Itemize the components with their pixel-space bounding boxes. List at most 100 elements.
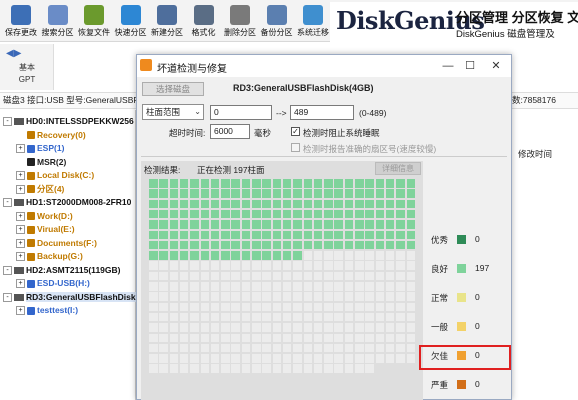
collapse-icon[interactable]: - (3, 292, 12, 302)
cylinder-cell-pending (272, 271, 282, 281)
cylinder-cell-pending (169, 333, 179, 342)
detail-button[interactable]: 详细信息 (375, 162, 421, 175)
cylinder-cell-good (272, 209, 282, 219)
tree-partition-item[interactable]: + Work(D:) (16, 210, 73, 223)
quick-partition-button[interactable]: 快速分区 (112, 2, 150, 40)
tree-partition-item[interactable]: + Documents(F:) (16, 237, 97, 250)
expand-icon[interactable]: + (16, 225, 25, 235)
cylinder-cell-good (396, 189, 405, 198)
expand-icon[interactable]: + (16, 306, 25, 316)
range-start-input[interactable]: 0 (210, 105, 272, 120)
legend-swatch (457, 380, 466, 389)
cylinder-cell-pending (210, 364, 220, 373)
new-partition-button[interactable]: 新建分区 (148, 2, 186, 40)
expand-icon[interactable]: + (16, 211, 25, 221)
partition-icon (27, 158, 35, 167)
stop-sleep-checkbox[interactable]: ✓ (291, 127, 300, 136)
format-button[interactable]: 格式化 (185, 2, 223, 40)
report-sectors-checkbox[interactable] (291, 143, 300, 152)
cylinder-cell-good (200, 220, 209, 229)
cylinder-cell-pending (365, 251, 374, 260)
cylinder-cell-pending (169, 323, 179, 332)
cylinder-cell-pending (396, 323, 405, 332)
system-migrate-icon (303, 5, 323, 25)
cylinder-cell-pending (396, 333, 405, 342)
column-modified-time[interactable]: 修改时间 (518, 148, 552, 160)
expand-icon[interactable]: + (16, 184, 25, 194)
cylinder-cell-pending (241, 282, 251, 291)
cylinder-cell-good (149, 230, 158, 239)
tree-partition-item[interactable]: + Virual(E:) (16, 223, 75, 236)
cylinder-cell-good (149, 220, 158, 229)
select-disk-button[interactable]: 选择磁盘 (142, 82, 204, 96)
tree-partition-item[interactable]: + Local Disk(C:) (16, 169, 94, 182)
cylinder-cell-good (200, 179, 209, 188)
cylinder-cell-good (262, 189, 271, 198)
cylinder-cell-pending (241, 364, 251, 373)
expand-icon[interactable]: + (16, 238, 25, 248)
cylinder-cell-pending (293, 302, 302, 312)
cylinder-cell-pending (200, 271, 209, 281)
disk-icon (14, 199, 24, 207)
tree-partition-item[interactable]: Recovery(0) (16, 129, 86, 142)
expand-icon[interactable]: + (16, 144, 25, 154)
tree-partition-item[interactable]: + Backup(G:) (16, 250, 83, 263)
partition-icon (27, 131, 35, 140)
tree-disk-item[interactable]: - HD0:INTELSSDPEKKW256 (3, 115, 134, 128)
cylinder-cell-pending (231, 261, 240, 270)
cylinder-cell-good (282, 240, 292, 250)
save-button[interactable]: 保存更改 (2, 2, 40, 40)
tree-partition-item[interactable]: MSR(2) (16, 156, 66, 169)
cylinder-cell-pending (385, 354, 395, 363)
cylinder-cell-good (241, 199, 251, 209)
cylinder-cell-good (355, 230, 364, 239)
cylinder-cell-pending (252, 302, 261, 312)
search-button[interactable]: 搜索分区 (39, 2, 77, 40)
recover-file-button[interactable]: 恢复文件 (75, 2, 113, 40)
cylinder-cell-pending (313, 292, 323, 301)
cylinder-cell-pending (334, 271, 343, 281)
timeout-input[interactable]: 6000 (210, 124, 250, 139)
cylinder-cell-good (200, 230, 209, 239)
cylinder-cell-pending (252, 292, 261, 301)
cylinder-cell-pending (334, 354, 343, 363)
collapse-icon[interactable]: - (3, 117, 12, 127)
tree-partition-item[interactable]: + ESD-USB(H:) (16, 277, 90, 290)
system-migrate-button[interactable]: 系统迁移 (294, 2, 332, 40)
close-button[interactable]: ✕ (485, 57, 507, 75)
cylinder-cell-good (252, 209, 261, 219)
cylinder-cell-pending (303, 323, 312, 332)
maximize-button[interactable]: ☐ (459, 57, 481, 75)
backup-partition-button[interactable]: 备份分区 (258, 2, 296, 40)
cylinder-cell-pending (385, 261, 395, 270)
cylinder-cell-good (344, 199, 354, 209)
cylinder-cell-pending (210, 282, 220, 291)
tree-partition-item[interactable]: + testtest(I:) (16, 304, 78, 317)
expand-icon[interactable]: + (16, 171, 25, 181)
cylinder-cell-pending (375, 261, 385, 270)
cylinder-cell-good (169, 230, 179, 239)
delete-partition-button[interactable]: 删除分区 (221, 2, 259, 40)
tree-disk-item[interactable]: - RD3:GeneralUSBFlashDisk (3, 291, 136, 304)
range-end-input[interactable]: 489 (290, 105, 354, 120)
cylinder-cell-good (252, 251, 261, 260)
expand-icon[interactable]: + (16, 279, 25, 289)
nav-arrows-icon[interactable]: ◀▶ (6, 48, 21, 59)
tree-partition-item[interactable]: + 分区(4) (16, 183, 64, 196)
cylinder-cell-good (344, 189, 354, 198)
collapse-icon[interactable]: - (3, 265, 12, 275)
cylinder-cell-good (149, 240, 158, 250)
disk-icon (14, 266, 24, 274)
tree-partition-item[interactable]: + ESP(1) (16, 142, 64, 155)
cylinder-cell-good (159, 240, 168, 250)
expand-icon[interactable]: + (16, 252, 25, 262)
collapse-icon[interactable]: - (3, 198, 12, 208)
cylinder-cell-good (179, 220, 189, 229)
tree-disk-item[interactable]: - HD2:ASMT2115(119GB) (3, 264, 120, 277)
cylinder-cell-pending (221, 302, 230, 312)
tree-disk-item[interactable]: - HD1:ST2000DM008-2FR10 (3, 196, 131, 209)
minimize-button[interactable]: — (437, 57, 459, 75)
cylinder-cell-pending (159, 292, 168, 301)
cylinder-cell-good (293, 220, 302, 229)
range-mode-select[interactable]: 柱面范围 ⌄ (142, 104, 204, 120)
